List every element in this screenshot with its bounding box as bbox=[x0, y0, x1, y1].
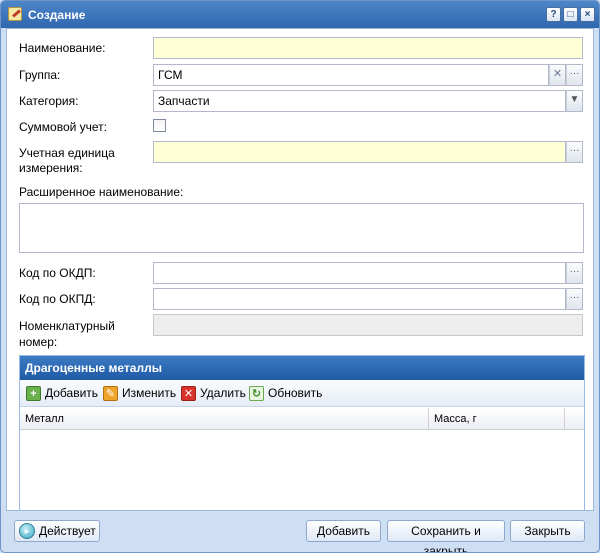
create-dialog: Создание ? □ × Наименование: Группа: ГСМ… bbox=[0, 0, 600, 553]
unit-label-line1: Учетная единица bbox=[19, 146, 115, 160]
okpd-label: Код по ОКПД: bbox=[19, 292, 96, 306]
metals-grid-header: Металл Масса, г bbox=[20, 408, 584, 430]
category-label: Категория: bbox=[19, 94, 79, 108]
close-button[interactable]: × bbox=[580, 7, 595, 22]
column-metal[interactable]: Металл bbox=[20, 408, 429, 430]
ellipsis-icon[interactable]: ··· bbox=[566, 141, 583, 163]
group-label: Группа: bbox=[19, 68, 61, 82]
panel-title: Драгоценные металлы bbox=[20, 356, 584, 380]
maximize-button[interactable]: □ bbox=[563, 7, 578, 22]
unit-label-line2: измерения: bbox=[19, 161, 83, 175]
column-spacer bbox=[565, 408, 584, 430]
edit-metal-button[interactable]: ✎ Изменить bbox=[103, 385, 176, 402]
add-button[interactable]: Добавить bbox=[306, 520, 381, 542]
ellipsis-icon[interactable]: ··· bbox=[566, 288, 583, 310]
refresh-icon: ↻ bbox=[249, 386, 264, 401]
edit-metal-label: Изменить bbox=[122, 386, 177, 400]
status-label: Действует bbox=[39, 524, 96, 538]
add-metal-label: Добавить bbox=[45, 386, 99, 400]
okdp-input[interactable] bbox=[153, 262, 566, 284]
status-button[interactable]: ▸ Действует bbox=[14, 520, 100, 542]
group-input[interactable]: ГСМ bbox=[153, 64, 549, 86]
nomenclature-label-line1: Номенклатурный bbox=[19, 319, 115, 333]
nomenclature-label-line2: номер: bbox=[19, 335, 58, 349]
precious-metals-panel: Драгоценные металлы + Добавить ✎ Изменит… bbox=[19, 355, 585, 510]
status-active-icon: ▸ bbox=[19, 523, 35, 539]
ellipsis-icon[interactable]: ··· bbox=[566, 64, 583, 86]
ellipsis-icon[interactable]: ··· bbox=[566, 262, 583, 284]
delete-icon: ✕ bbox=[181, 386, 196, 401]
summary-label: Суммовой учет: bbox=[19, 120, 108, 134]
chevron-down-icon[interactable]: ▼ bbox=[566, 90, 583, 112]
add-metal-button[interactable]: + Добавить bbox=[26, 385, 98, 402]
help-button[interactable]: ? bbox=[546, 7, 561, 22]
name-label: Наименование: bbox=[19, 41, 106, 55]
clear-icon[interactable]: ✕ bbox=[549, 64, 566, 86]
add-icon: + bbox=[26, 386, 41, 401]
refresh-label: Обновить bbox=[268, 386, 323, 400]
window-title: Создание bbox=[28, 8, 86, 22]
edit-icon: ✎ bbox=[103, 386, 118, 401]
extended-name-label: Расширенное наименование: bbox=[19, 185, 184, 199]
okdp-label: Код по ОКДП: bbox=[19, 266, 96, 280]
panel-toolbar: + Добавить ✎ Изменить ✕ Удалить ↻ Обнови… bbox=[20, 380, 584, 407]
summary-checkbox[interactable] bbox=[153, 119, 166, 132]
form-area: Наименование: Группа: ГСМ ✕ ··· Категори… bbox=[6, 28, 594, 511]
delete-metal-button[interactable]: ✕ Удалить bbox=[181, 385, 246, 402]
nomenclature-input bbox=[153, 314, 583, 336]
delete-metal-label: Удалить bbox=[200, 386, 246, 400]
column-mass[interactable]: Масса, г bbox=[429, 408, 565, 430]
title-bar[interactable]: Создание ? □ × bbox=[1, 1, 599, 28]
unit-input[interactable] bbox=[153, 141, 566, 163]
name-input[interactable] bbox=[153, 37, 583, 59]
save-and-close-button[interactable]: Сохранить и закрыть bbox=[387, 520, 505, 552]
category-select[interactable]: Запчасти bbox=[153, 90, 566, 112]
close-dialog-button[interactable]: Закрыть bbox=[510, 520, 585, 542]
okpd-input[interactable] bbox=[153, 288, 566, 310]
extended-name-textarea[interactable] bbox=[19, 203, 584, 253]
refresh-button[interactable]: ↻ Обновить bbox=[249, 385, 322, 402]
form-edit-icon bbox=[8, 7, 22, 21]
